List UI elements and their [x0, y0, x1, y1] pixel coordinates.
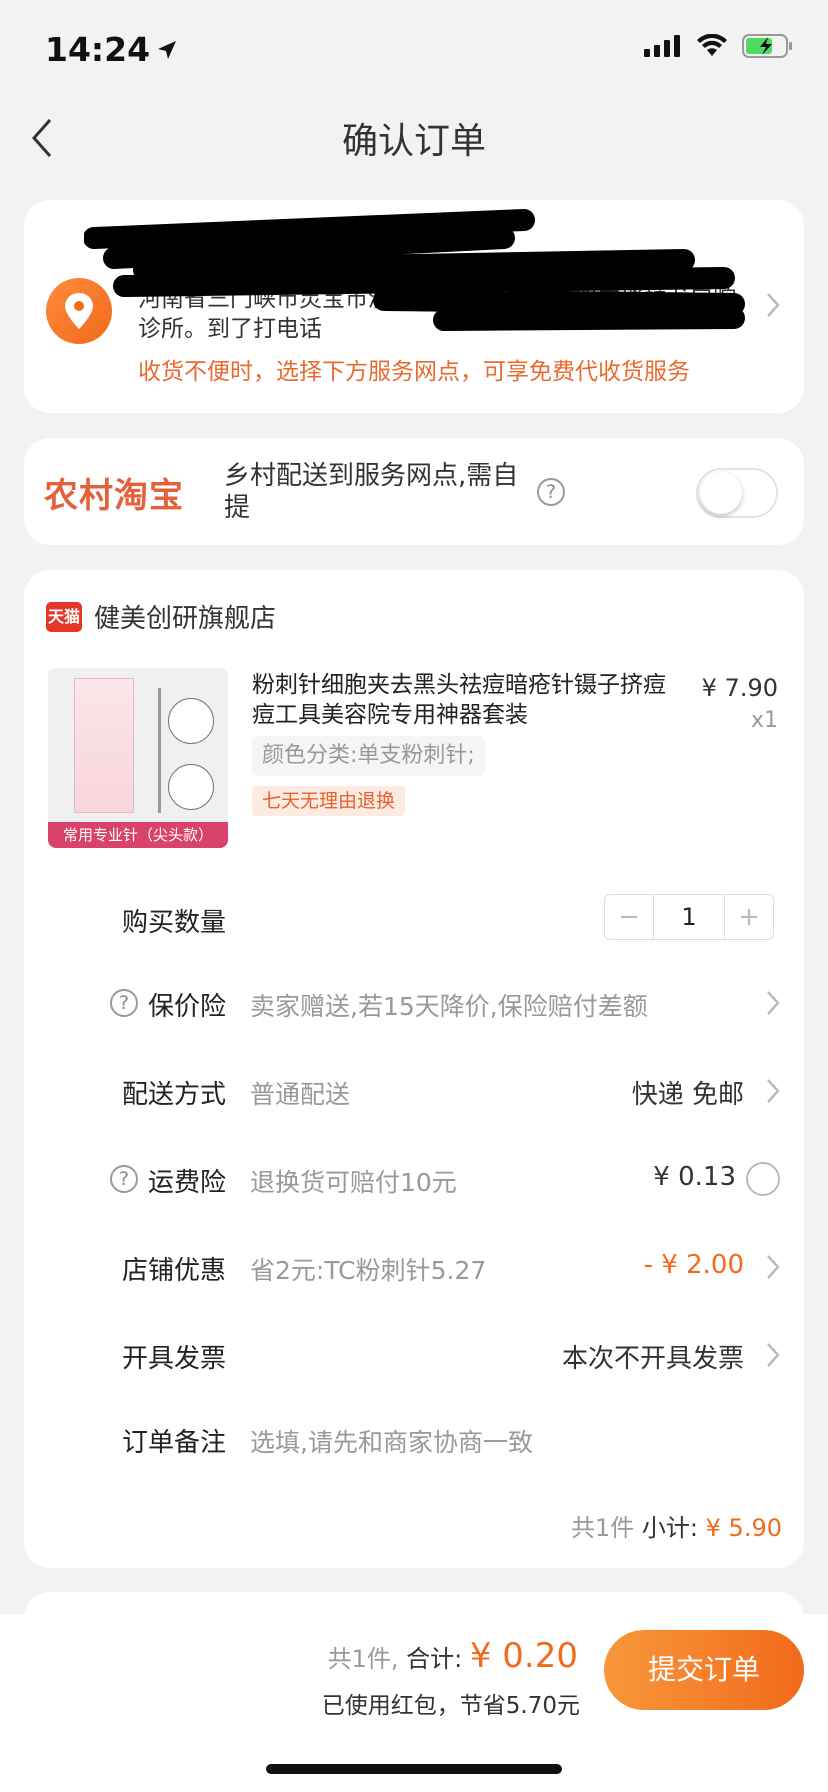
rural-delivery-toggle[interactable] — [696, 468, 778, 518]
wifi-icon — [697, 34, 727, 56]
redaction-scribble — [84, 209, 745, 331]
toggle-knob — [700, 472, 742, 514]
subtotal-label: 小计: — [641, 1514, 699, 1542]
order-card: 天猫 健美创研旗舰店 常用专业针（尖头款） 粉刺针细胞夹去黑头祛痘暗疮针镊子挤痘… — [24, 570, 804, 1568]
rural-delivery-card: 农村淘宝 乡村配送到服务网点,需自提 ? — [24, 438, 804, 545]
chevron-right-icon — [767, 1079, 780, 1103]
freight-insurance-row: ? 运费险 退换货可赔付10元 ¥ 0.13 — [24, 1148, 804, 1208]
invoice-value: 本次不开具发票 — [561, 1344, 744, 1374]
location-arrow-icon — [158, 40, 177, 59]
delivery-row[interactable]: 配送方式 普通配送 快递 免邮 — [24, 1060, 804, 1120]
time-text: 14:24 — [45, 30, 151, 69]
rural-taobao-logo: 农村淘宝 — [44, 476, 184, 516]
remark-input[interactable]: 选填,请先和商家协商一致 — [250, 1423, 533, 1459]
subtotal-value: ¥ 5.90 — [705, 1514, 782, 1542]
delivery-value: 快递 免邮 — [631, 1080, 744, 1110]
product-qty: x1 — [750, 708, 778, 733]
page-title: 确认订单 — [341, 121, 486, 162]
chevron-right-icon — [767, 293, 780, 317]
product-image-detail — [168, 764, 214, 810]
product-image-detail — [168, 698, 214, 744]
subtotal-count: 共1件 — [571, 1514, 635, 1542]
chevron-right-icon — [767, 1343, 780, 1367]
invoice-row[interactable]: 开具发票 本次不开具发票 — [24, 1324, 804, 1384]
quantity-label: 购买数量 — [122, 908, 227, 938]
invoice-label: 开具发票 — [122, 1344, 227, 1374]
shop-discount-desc: 省2元:TC粉刺针5.27 — [250, 1256, 487, 1285]
total-label: 合计: — [406, 1645, 463, 1673]
delivery-method: 普通配送 — [250, 1080, 351, 1109]
total-count: 共1件, — [327, 1645, 399, 1673]
product-thumbnail[interactable]: 常用专业针（尖头款） — [48, 668, 228, 848]
shop-discount-label: 店铺优惠 — [122, 1256, 227, 1286]
status-icons — [644, 34, 794, 58]
saved-amount: 已使用红包，节省5.70元 — [321, 1693, 580, 1719]
return-policy-badge: 七天无理由退换 — [252, 786, 406, 816]
remark-row: 订单备注 选填,请先和商家协商一致 — [24, 1408, 804, 1468]
battery-charging-icon — [742, 34, 792, 58]
quantity-row: 购买数量 − 1 + — [24, 888, 804, 948]
rural-delivery-text: 乡村配送到服务网点,需自提 — [224, 461, 519, 523]
quantity-value[interactable]: 1 — [653, 895, 725, 939]
nav-bar: 确认订单 — [0, 100, 828, 176]
shop-name: 健美创研旗舰店 — [94, 604, 277, 634]
delivery-label: 配送方式 — [122, 1080, 227, 1110]
product-title[interactable]: 粉刺针细胞夹去黑头祛痘暗疮针镊子挤痘痘工具美容院专用神器套装 — [252, 670, 682, 730]
quantity-stepper: − 1 + — [604, 894, 774, 940]
total-line: 共1件, 合计: ¥ 0.20 — [328, 1636, 578, 1676]
freight-insurance-radio[interactable] — [746, 1162, 780, 1196]
remark-label: 订单备注 — [122, 1428, 227, 1458]
total-value: ¥ 0.20 — [469, 1636, 578, 1676]
help-icon[interactable]: ? — [110, 989, 138, 1017]
decrease-button[interactable]: − — [605, 895, 653, 939]
address-card[interactable]: 1399520 河南省三门峡市灵宝市涧西区管委会新华西路夹缝护龙口腔诊所。到了打… — [24, 200, 804, 413]
freight-insurance-price: ¥ 0.13 — [653, 1162, 736, 1192]
increase-button[interactable]: + — [725, 895, 773, 939]
address-note: 收货不便时，选择下方服务网点，可享免费代收货服务 — [138, 359, 690, 385]
price-protect-row[interactable]: ? 保价险 卖家赠送,若15天降价,保险赔付差额 — [24, 972, 804, 1032]
freight-insurance-desc: 退换货可赔付10元 — [250, 1168, 457, 1197]
chevron-right-icon — [767, 1255, 780, 1279]
status-bar: 14:24 — [0, 0, 828, 100]
tmall-badge-icon: 天猫 — [46, 601, 82, 632]
status-time: 14:24 — [45, 30, 178, 69]
shop-discount-row[interactable]: 店铺优惠 省2元:TC粉刺针5.27 - ¥ 2.00 — [24, 1236, 804, 1296]
submit-order-button[interactable]: 提交订单 — [604, 1630, 804, 1710]
signal-icon — [644, 35, 680, 57]
shop-discount-value: - ¥ 2.00 — [643, 1250, 744, 1280]
product-image-card — [74, 678, 134, 813]
product-thumb-tag: 常用专业针（尖头款） — [48, 822, 228, 848]
freight-insurance-label: 运费险 — [148, 1168, 227, 1198]
shop-header[interactable]: 天猫 健美创研旗舰店 — [46, 598, 276, 635]
price-protect-desc: 卖家赠送,若15天降价,保险赔付差额 — [250, 992, 648, 1021]
subtotal: 共1件 小计: ¥ 5.90 — [571, 1508, 782, 1543]
chevron-right-icon — [767, 991, 780, 1015]
help-icon[interactable]: ? — [110, 1165, 138, 1193]
help-icon[interactable]: ? — [537, 478, 565, 506]
product-price: ¥ 7.90 — [701, 674, 778, 702]
price-protect-label: 保价险 — [148, 992, 227, 1022]
home-indicator — [266, 1764, 562, 1774]
product-sku: 颜色分类:单支粉刺针; — [252, 736, 485, 776]
checkout-bar: 共1件, 合计: ¥ 0.20 已使用红包，节省5.70元 提交订单 — [0, 1614, 828, 1792]
product-image-needle — [158, 688, 161, 813]
